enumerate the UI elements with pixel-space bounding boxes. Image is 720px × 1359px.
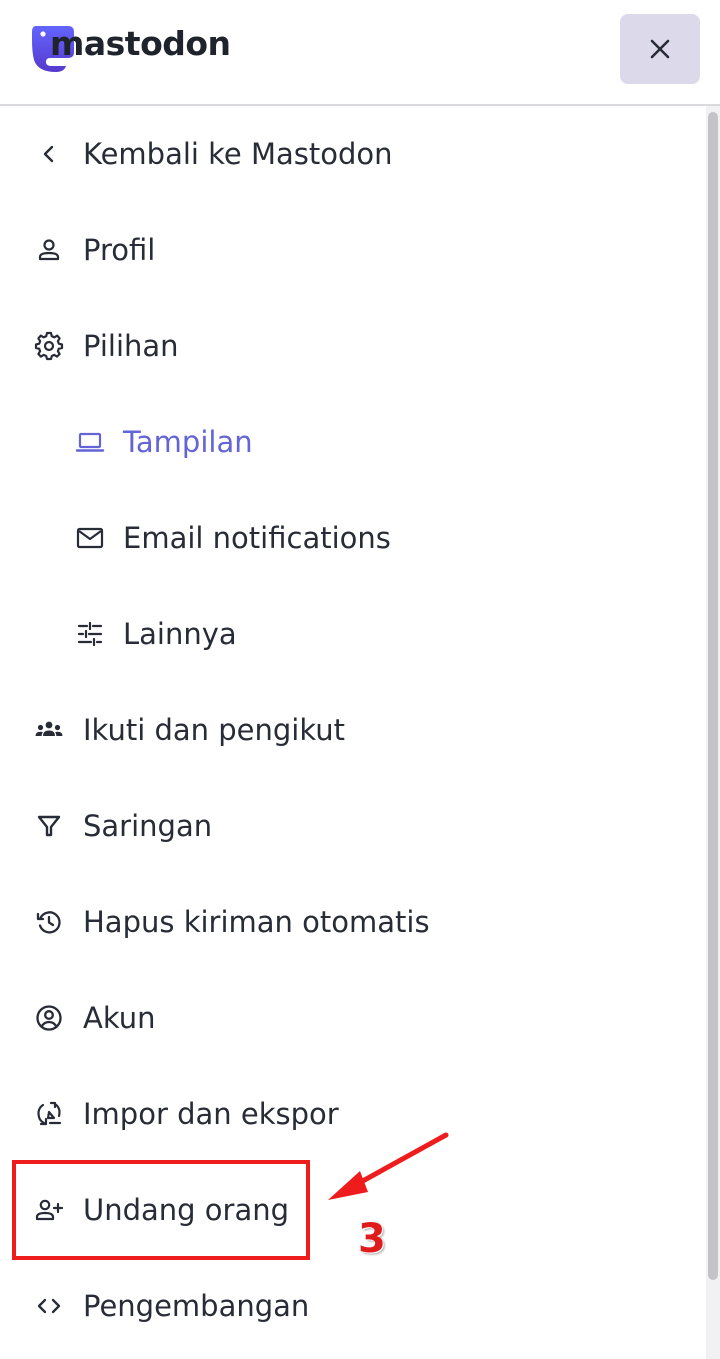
mail-icon bbox=[75, 523, 105, 553]
import-export-icon bbox=[34, 1099, 64, 1129]
annotation-arrow-icon bbox=[328, 1132, 449, 1200]
menu-item-label: Kembali ke Mastodon bbox=[83, 137, 393, 171]
annotation-highlight-box bbox=[12, 1160, 310, 1260]
menu-item-label: Ikuti dan pengikut bbox=[83, 713, 346, 747]
close-button[interactable] bbox=[620, 14, 700, 84]
menu-item-label: Pengembangan bbox=[83, 1289, 310, 1323]
menu-item-back-to-mastodon[interactable]: Kembali ke Mastodon bbox=[0, 106, 706, 202]
menu-item-label: Email notifications bbox=[123, 521, 391, 555]
code-icon bbox=[34, 1291, 64, 1321]
menu-item-email-notifications[interactable]: Email notifications bbox=[0, 490, 706, 586]
person-icon bbox=[34, 235, 64, 265]
annotation-step-number: 3 bbox=[358, 1216, 386, 1262]
menu-item-label: Lainnya bbox=[123, 617, 237, 651]
account-circle-icon bbox=[34, 1003, 64, 1033]
laptop-icon bbox=[75, 427, 105, 457]
menu-item-label: Hapus kiriman otomatis bbox=[83, 905, 430, 939]
menu-item-lainnya[interactable]: Lainnya bbox=[0, 586, 706, 682]
menu-item-pengembangan[interactable]: Pengembangan bbox=[0, 1258, 706, 1354]
mastodon-logo[interactable]: mastodon bbox=[30, 22, 231, 74]
sliders-icon bbox=[75, 619, 105, 649]
menu-item-label: Saringan bbox=[83, 809, 213, 843]
filter-icon bbox=[34, 811, 64, 841]
gear-icon bbox=[34, 331, 64, 361]
menu-item-ikuti-dan-pengikut[interactable]: Ikuti dan pengikut bbox=[0, 682, 706, 778]
close-icon bbox=[650, 39, 670, 59]
menu-item-label: Profil bbox=[83, 233, 156, 267]
scrollbar-thumb[interactable] bbox=[708, 112, 718, 1280]
menu-item-tampilan[interactable]: Tampilan bbox=[0, 394, 706, 490]
menu-item-label: Impor dan ekspor bbox=[83, 1097, 339, 1131]
menu-item-label: Akun bbox=[83, 1001, 156, 1035]
menu-item-hapus-kiriman-otomatis[interactable]: Hapus kiriman otomatis bbox=[0, 874, 706, 970]
menu-item-pilihan[interactable]: Pilihan bbox=[0, 298, 706, 394]
menu-item-label: Tampilan bbox=[123, 425, 253, 459]
history-icon bbox=[34, 907, 64, 937]
logo-wordmark: mastodon bbox=[50, 24, 231, 63]
menu-item-saringan[interactable]: Saringan bbox=[0, 778, 706, 874]
chevron-left-icon bbox=[34, 139, 64, 169]
menu-item-akun[interactable]: Akun bbox=[0, 970, 706, 1066]
group-icon bbox=[34, 715, 64, 745]
menu-item-label: Pilihan bbox=[83, 329, 179, 363]
header: mastodon bbox=[0, 0, 720, 106]
menu-item-profil[interactable]: Profil bbox=[0, 202, 706, 298]
